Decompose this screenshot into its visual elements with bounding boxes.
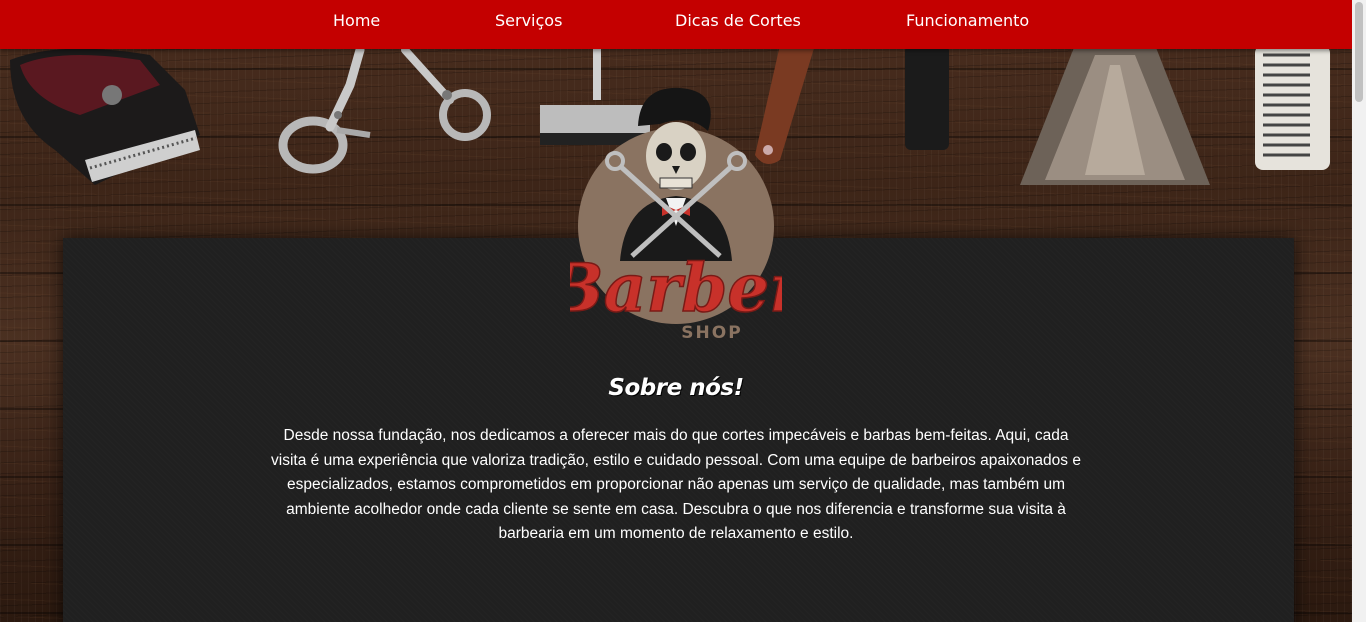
barber-shop-logo: Barber SHOP <box>570 87 782 343</box>
comb-image <box>1255 45 1330 170</box>
main-navbar: Home Serviços Dicas de Cortes Funcioname… <box>0 0 1352 49</box>
shaving-brush-image <box>1020 45 1210 185</box>
logo-main-text: Barber <box>570 249 782 327</box>
vertical-scrollbar[interactable] <box>1352 0 1366 622</box>
scrollbar-thumb[interactable] <box>1355 2 1363 102</box>
nav-funcionamento-link[interactable]: Funcionamento <box>906 11 1029 30</box>
scissors-image-2 <box>401 46 491 141</box>
scissors-image-1 <box>278 45 371 174</box>
comb-handle-image <box>905 45 949 150</box>
hair-clipper-image <box>10 48 200 185</box>
nav-dicas-link[interactable]: Dicas de Cortes <box>675 11 801 30</box>
nav-home-link[interactable]: Home <box>333 11 380 30</box>
about-description: Desde nossa fundação, nos dedicamos a of… <box>271 427 1081 543</box>
about-title: Sobre nós! <box>608 375 744 401</box>
logo-sub-text: SHOP <box>681 323 742 343</box>
nav-servicos-link[interactable]: Serviços <box>495 11 562 30</box>
